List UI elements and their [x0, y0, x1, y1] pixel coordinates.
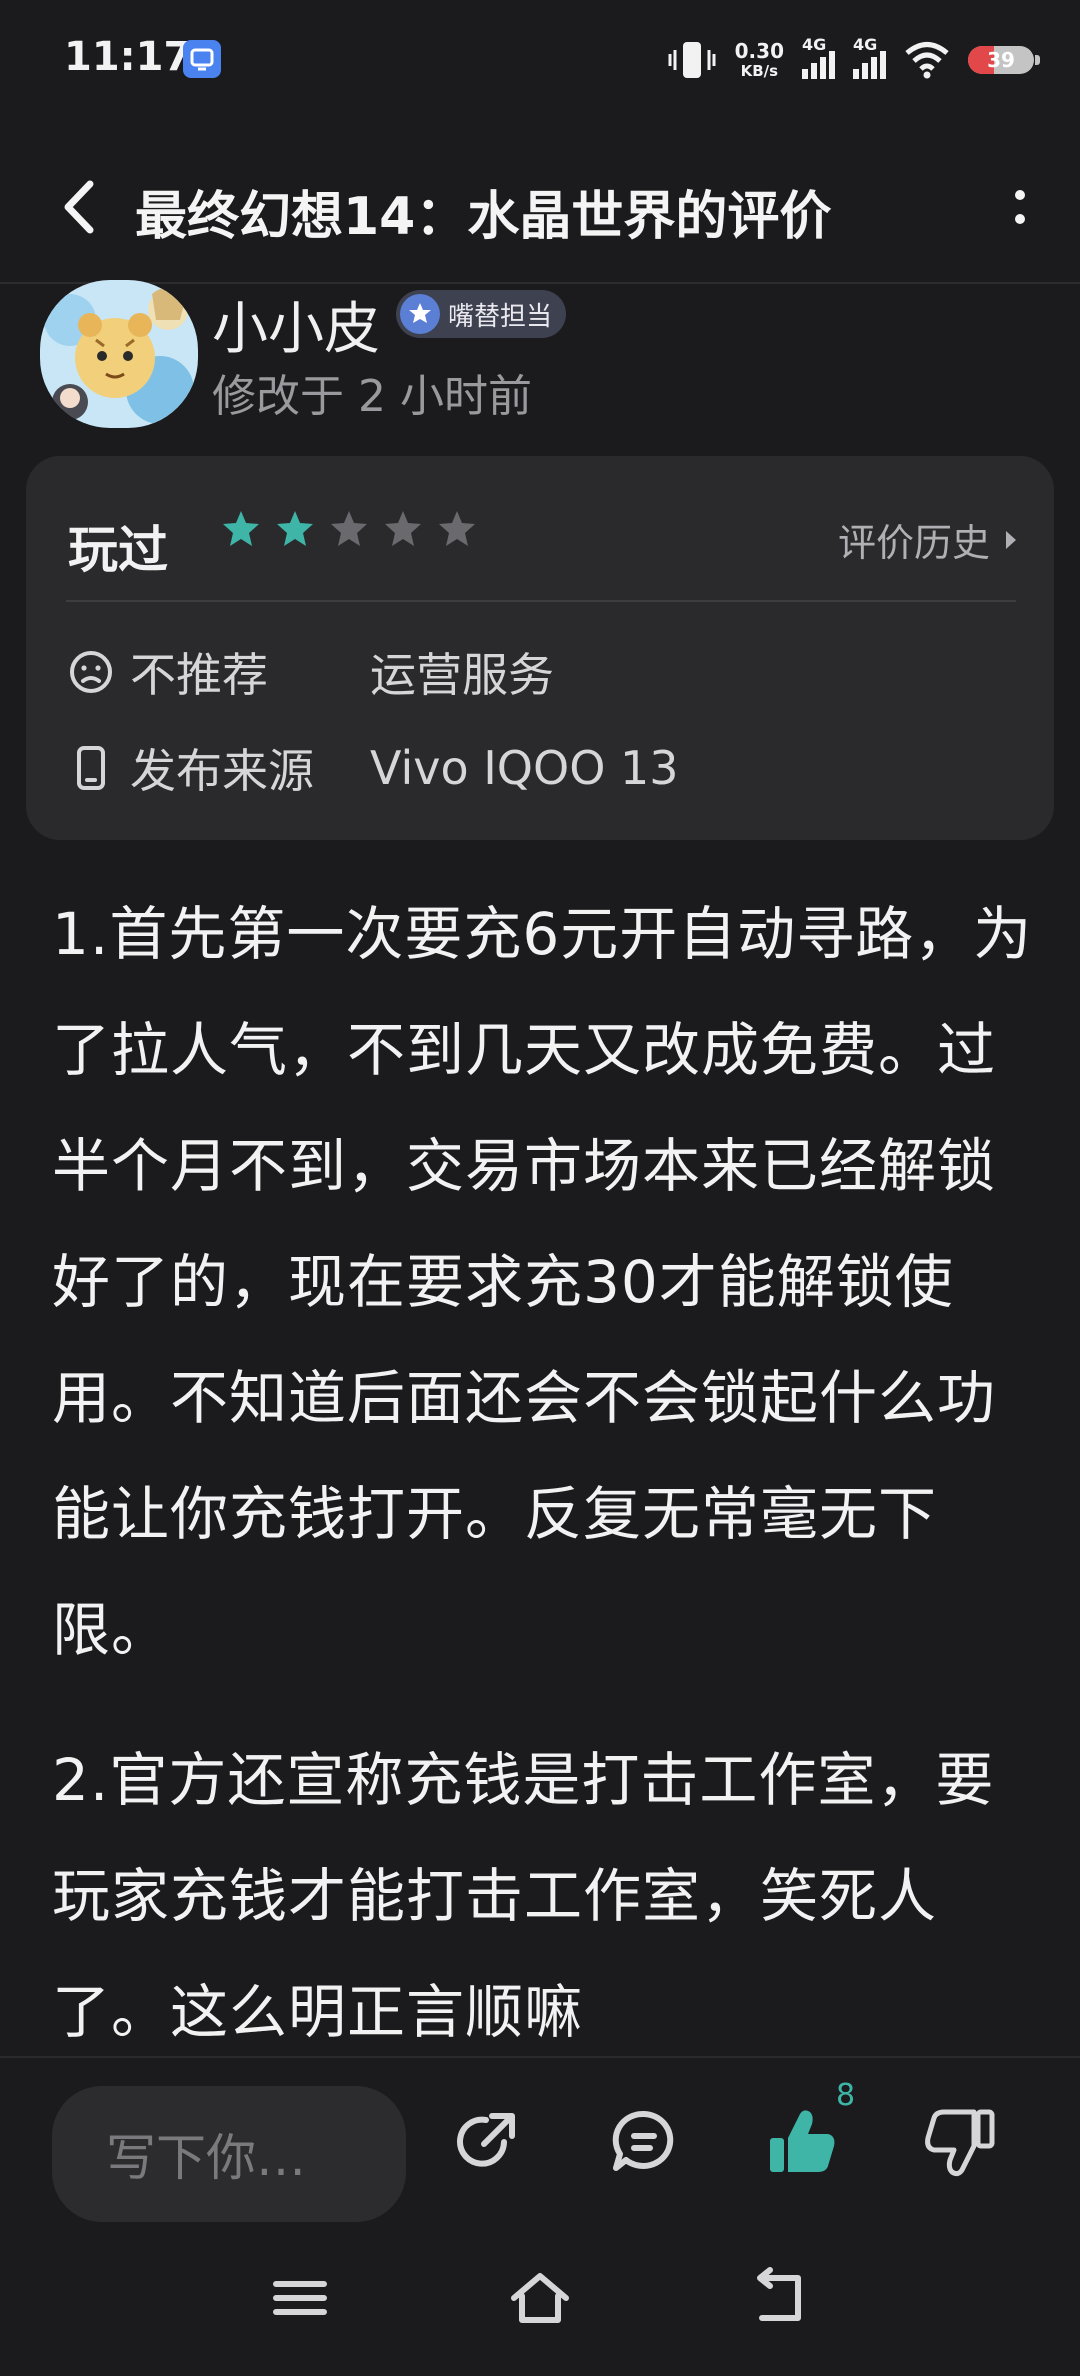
wifi-icon	[905, 42, 949, 79]
battery-icon: 39	[968, 46, 1040, 74]
star-empty-icon	[385, 511, 421, 546]
phone-icon	[77, 746, 105, 790]
recommendation-label: 不推荐	[130, 648, 268, 702]
thumbs-up-icon[interactable]	[762, 2102, 842, 2182]
page-title: 最终幻想14：水晶世界的评价	[135, 187, 832, 247]
source-label: 发布来源	[130, 744, 314, 798]
share-icon[interactable]	[446, 2102, 526, 2182]
rating-stars	[220, 508, 478, 550]
comment-placeholder: 写下你…	[106, 2129, 306, 2187]
comment-input[interactable]: 写下你…	[52, 2086, 406, 2222]
recent-apps-icon[interactable]	[268, 2266, 332, 2330]
badge-icon	[400, 294, 440, 334]
review-info-card: 玩过 评价历史 不推荐 运营服务 发布来源 Vivo IQOO 13	[26, 456, 1054, 840]
more-options-icon[interactable]	[1000, 178, 1040, 238]
signal-2-icon: 4G	[853, 35, 886, 79]
home-icon[interactable]	[508, 2266, 572, 2330]
signal-2-label: 4G	[853, 35, 878, 54]
system-nav-bar	[0, 2216, 1080, 2376]
like-count: 8	[836, 2078, 856, 2113]
thumbs-down-icon[interactable]	[920, 2102, 1000, 2182]
author-badge-label: 嘴替担当	[448, 301, 553, 332]
review-paragraph-2: 2.官方还宣称充钱是打击工作室，要玩家充钱才能打击工作室，笑死人了。这么明正言顺…	[52, 1746, 995, 2046]
rating-history-label: 评价历史	[837, 521, 990, 565]
notification-app-icon	[183, 40, 221, 78]
source-device: Vivo IQOO 13	[370, 741, 679, 795]
screen: 11:17 0.30 KB/s 4G 4G 39 最终幻想14：水晶世界的评价 …	[0, 0, 1080, 2376]
avatar[interactable]	[40, 280, 198, 428]
star-empty-icon	[331, 511, 367, 546]
back-nav-icon[interactable]	[748, 2266, 812, 2330]
recommendation-row: 不推荐 运营服务	[66, 642, 554, 702]
star-empty-icon	[439, 511, 475, 546]
frown-face-icon	[70, 651, 112, 693]
star-filled-icon	[277, 511, 313, 546]
star-filled-icon	[223, 511, 259, 546]
card-divider	[66, 600, 1016, 602]
signal-1-label: 4G	[802, 35, 827, 54]
network-speed: 0.30 KB/s	[735, 41, 784, 79]
signal-1-icon: 4G	[802, 35, 835, 79]
network-speed-unit: KB/s	[740, 62, 779, 80]
status-bar: 11:17 0.30 KB/s 4G 4G 39	[0, 0, 1080, 120]
battery-level: 39	[987, 48, 1015, 72]
rating-history-link[interactable]: 评价历史	[838, 512, 1018, 567]
review-body: 1.首先第一次要充6元开自动寻路，为了拉人气，不到几天又改成免费。过半个月不到，…	[52, 876, 1042, 2104]
comment-icon[interactable]	[604, 2102, 684, 2182]
author-badge: 嘴替担当	[396, 290, 567, 338]
author-name[interactable]: 小小皮	[212, 284, 380, 365]
status-time: 11:17	[64, 34, 192, 80]
bottom-action-bar: 写下你… 8	[0, 2056, 1080, 2222]
source-row: 发布来源 Vivo IQOO 13	[66, 738, 679, 798]
status-icons: 0.30 KB/s 4G 4G 39	[667, 30, 1040, 90]
header-divider	[0, 282, 1080, 284]
played-label: 玩过	[68, 521, 168, 579]
review-paragraph-1: 1.首先第一次要充6元开自动寻路，为了拉人气，不到几天又改成免费。过半个月不到，…	[52, 900, 1033, 1664]
modified-time: 修改于 2 小时前	[212, 371, 532, 422]
caret-right-icon	[1006, 530, 1016, 549]
vibrate-icon	[668, 42, 716, 78]
app-bar: 最终幻想14：水晶世界的评价	[0, 150, 1080, 260]
network-speed-value: 0.30	[734, 39, 784, 63]
back-arrow-icon[interactable]	[54, 172, 114, 242]
recommendation-reason: 运营服务	[370, 648, 554, 702]
